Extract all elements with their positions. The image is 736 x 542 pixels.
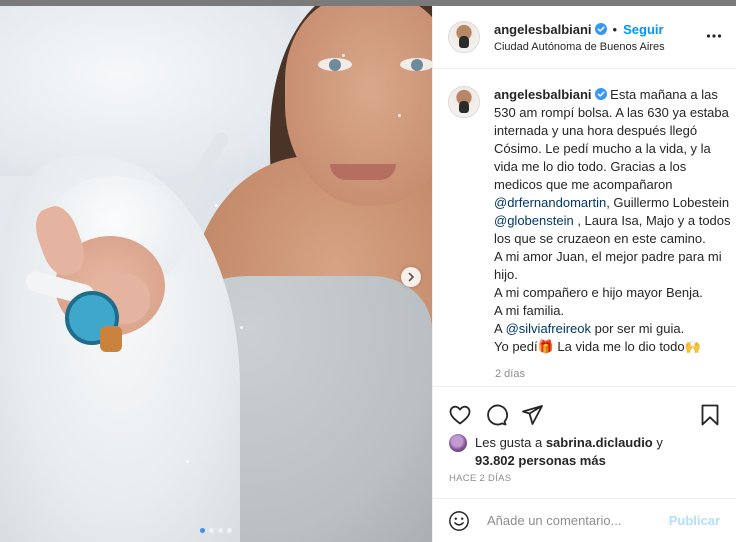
bookmark-icon[interactable] <box>698 403 722 427</box>
likes-middle: y <box>652 435 663 450</box>
comment-input[interactable] <box>485 512 669 529</box>
action-bar <box>433 386 736 441</box>
separator: • <box>612 21 618 37</box>
likes-prefix: Les gusta a <box>475 435 546 450</box>
caption-timestamp[interactable]: 2 días <box>495 368 525 380</box>
post-side-panel: angelesbalbiani • Seguir Ciudad Autónoma d… <box>432 6 736 542</box>
likes-text: Les gusta a sabrina.diclaudio y 93.802 p… <box>475 434 663 470</box>
instagram-post: angelesbalbiani • Seguir Ciudad Autónoma d… <box>0 6 736 542</box>
gift-emoji: 🎁 <box>537 339 554 354</box>
sparkle <box>398 114 401 117</box>
carousel-dot <box>227 528 232 533</box>
caption-body: La vida me lo dio todo <box>553 339 685 354</box>
publish-button[interactable]: Publicar <box>669 513 720 528</box>
username-link[interactable]: angelesbalbiani <box>494 22 592 37</box>
avatar[interactable] <box>448 86 480 118</box>
post-header: angelesbalbiani • Seguir Ciudad Autónoma d… <box>433 6 736 69</box>
verified-badge-icon <box>594 88 607 100</box>
mention-link[interactable]: @drfernandomartin <box>494 195 606 210</box>
heart-icon[interactable] <box>448 403 472 427</box>
caption-username-link[interactable]: angelesbalbiani <box>494 87 592 102</box>
caption-body: , Guillermo Lobestein <box>606 195 733 210</box>
sparkle <box>215 204 218 207</box>
likes-count-link[interactable]: 93.802 personas más <box>475 453 606 468</box>
carousel-next-button[interactable] <box>401 267 421 287</box>
carousel-dot <box>218 528 223 533</box>
comment-bar: Publicar <box>433 498 736 542</box>
header-meta: angelesbalbiani • Seguir Ciudad Autónoma d… <box>494 19 665 55</box>
likes-summary: Les gusta a sabrina.diclaudio y 93.802 p… <box>449 434 663 470</box>
header-line: angelesbalbiani • Seguir <box>494 19 665 41</box>
post-caption: angelesbalbiani Esta mañana a las 530 am… <box>448 86 733 356</box>
location-link[interactable]: Ciudad Autónoma de Buenos Aires <box>494 40 665 55</box>
caption-body: Esta mañana a las 530 am rompí bolsa. A … <box>494 87 733 192</box>
raised-hands-emoji: 🙌 <box>684 339 701 354</box>
photo-eye <box>400 58 432 71</box>
avatar[interactable] <box>448 21 480 53</box>
post-media[interactable] <box>0 6 432 542</box>
verified-badge-icon <box>594 22 607 35</box>
photo-pillow <box>0 6 300 176</box>
caption-body: , Laura Isa, Majo y a todos los que se c… <box>494 213 731 336</box>
chevron-right-icon <box>408 272 415 282</box>
liker-username-link[interactable]: sabrina.diclaudio <box>546 435 653 450</box>
emoji-icon[interactable] <box>448 510 470 532</box>
mention-link[interactable]: @globenstein <box>494 213 574 228</box>
mention-link[interactable]: @silviafreireok <box>506 321 591 336</box>
post-timestamp[interactable]: HACE 2 DÍAS <box>449 473 511 484</box>
share-icon[interactable] <box>520 403 544 427</box>
carousel-dot <box>209 528 214 533</box>
comment-icon[interactable] <box>484 403 508 427</box>
sparkle <box>186 460 189 463</box>
liker-avatar[interactable] <box>449 434 467 452</box>
carousel-dot <box>200 528 205 533</box>
caption-text: angelesbalbiani Esta mañana a las 530 am… <box>494 86 733 356</box>
carousel-indicator <box>0 528 432 533</box>
photo-pacifier-clip <box>100 326 122 352</box>
photo-mouth <box>330 164 396 180</box>
photo-eye <box>318 58 352 71</box>
sparkle <box>240 326 243 329</box>
follow-button[interactable]: Seguir <box>623 22 663 37</box>
sparkle <box>342 54 345 57</box>
more-options-icon[interactable] <box>706 28 722 44</box>
